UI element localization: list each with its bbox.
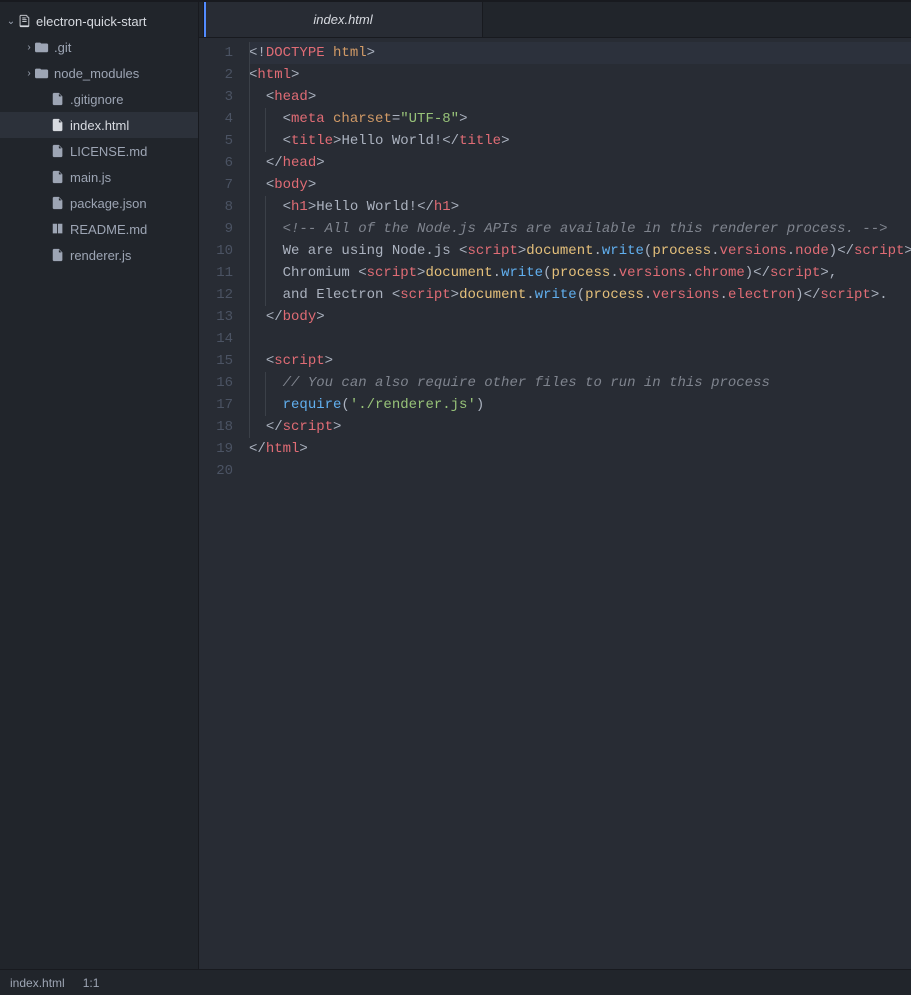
- code-line[interactable]: [249, 460, 911, 482]
- code-line[interactable]: </head>: [249, 152, 911, 174]
- tab-title: index.html: [313, 12, 372, 27]
- code-area[interactable]: <!DOCTYPE html><html> <head> <meta chars…: [243, 38, 911, 969]
- tree-item-label: renderer.js: [70, 248, 131, 263]
- file-tree-item-electron-quick-start[interactable]: ⌄ electron-quick-start: [0, 8, 198, 34]
- file-tree-sidebar: ⌄ electron-quick-start › .git › node_modules.…: [0, 2, 199, 969]
- chevron-right-icon[interactable]: ›: [24, 42, 34, 53]
- tree-item-label: index.html: [70, 118, 129, 133]
- status-cursor-position[interactable]: 1:1: [83, 976, 100, 990]
- line-number: 13: [199, 306, 233, 328]
- code-line[interactable]: <body>: [249, 174, 911, 196]
- code-line[interactable]: [249, 328, 911, 350]
- tree-item-label: package.json: [70, 196, 147, 211]
- code-line[interactable]: We are using Node.js <script>document.wr…: [249, 240, 911, 262]
- tree-item-label: electron-quick-start: [36, 14, 147, 29]
- file-icon: [50, 247, 66, 263]
- tree-item-label: .gitignore: [70, 92, 123, 107]
- code-line[interactable]: <!-- All of the Node.js APIs are availab…: [249, 218, 911, 240]
- line-number: 10: [199, 240, 233, 262]
- file-tree-item-license-md[interactable]: LICENSE.md: [0, 138, 198, 164]
- tab-index-html[interactable]: index.html: [203, 1, 483, 37]
- folder-icon: [34, 65, 50, 81]
- line-number: 18: [199, 416, 233, 438]
- tab-bar[interactable]: index.html: [199, 2, 911, 38]
- code-line[interactable]: require('./renderer.js'): [249, 394, 911, 416]
- code-line[interactable]: <h1>Hello World!</h1>: [249, 196, 911, 218]
- line-number: 2: [199, 64, 233, 86]
- line-number: 15: [199, 350, 233, 372]
- code-line[interactable]: </html>: [249, 438, 911, 460]
- file-tree-item-index-html[interactable]: index.html: [0, 112, 198, 138]
- line-number: 7: [199, 174, 233, 196]
- code-line[interactable]: </script>: [249, 416, 911, 438]
- file-tree-item-package-json[interactable]: package.json: [0, 190, 198, 216]
- folder--git[interactable]: › .git: [0, 34, 198, 60]
- line-number: 12: [199, 284, 233, 306]
- file-tree-item-main-js[interactable]: main.js: [0, 164, 198, 190]
- tree-item-label: README.md: [70, 222, 147, 237]
- main-area: ⌄ electron-quick-start › .git › node_modules.…: [0, 2, 911, 969]
- line-number: 4: [199, 108, 233, 130]
- status-filename[interactable]: index.html: [10, 976, 65, 990]
- code-line[interactable]: <head>: [249, 86, 911, 108]
- file-icon: [50, 117, 66, 133]
- line-number: 6: [199, 152, 233, 174]
- code-line[interactable]: </body>: [249, 306, 911, 328]
- editor-pane: index.html 12345678910111213141516171819…: [199, 2, 911, 969]
- line-number: 5: [199, 130, 233, 152]
- line-number: 9: [199, 218, 233, 240]
- line-number: 1: [199, 42, 233, 64]
- tree-item-label: LICENSE.md: [70, 144, 147, 159]
- line-number-gutter: 1234567891011121314151617181920: [199, 38, 243, 969]
- tree-item-label: main.js: [70, 170, 111, 185]
- code-line[interactable]: <title>Hello World!</title>: [249, 130, 911, 152]
- line-number: 14: [199, 328, 233, 350]
- line-number: 16: [199, 372, 233, 394]
- file-tree[interactable]: ⌄ electron-quick-start › .git › node_modules.…: [0, 2, 198, 268]
- code-line[interactable]: and Electron <script>document.write(proc…: [249, 284, 911, 306]
- chevron-down-icon[interactable]: ⌄: [6, 16, 16, 27]
- code-line[interactable]: <meta charset="UTF-8">: [249, 108, 911, 130]
- code-line[interactable]: Chromium <script>document.write(process.…: [249, 262, 911, 284]
- status-bar: index.html 1:1: [0, 969, 911, 995]
- file-icon: [50, 143, 66, 159]
- file-icon: [50, 91, 66, 107]
- file-icon: [50, 195, 66, 211]
- folder-icon: [34, 39, 50, 55]
- line-number: 17: [199, 394, 233, 416]
- line-number: 3: [199, 86, 233, 108]
- code-line[interactable]: <!DOCTYPE html>: [249, 42, 911, 64]
- folder-node-modules[interactable]: › node_modules: [0, 60, 198, 86]
- file-tree-item-readme-md[interactable]: README.md: [0, 216, 198, 242]
- line-number: 19: [199, 438, 233, 460]
- book-icon: [50, 221, 66, 237]
- file-tree-item--gitignore[interactable]: .gitignore: [0, 86, 198, 112]
- code-editor[interactable]: 1234567891011121314151617181920 <!DOCTYP…: [199, 38, 911, 969]
- line-number: 20: [199, 460, 233, 482]
- app-root: ⌄ electron-quick-start › .git › node_modules.…: [0, 0, 911, 995]
- tree-item-label: .git: [54, 40, 71, 55]
- repo-icon: [16, 13, 32, 29]
- line-number: 8: [199, 196, 233, 218]
- line-number: 11: [199, 262, 233, 284]
- code-line[interactable]: // You can also require other files to r…: [249, 372, 911, 394]
- chevron-right-icon[interactable]: ›: [24, 68, 34, 79]
- code-line[interactable]: <html>: [249, 64, 911, 86]
- code-line[interactable]: <script>: [249, 350, 911, 372]
- tree-item-label: node_modules: [54, 66, 139, 81]
- file-tree-item-renderer-js[interactable]: renderer.js: [0, 242, 198, 268]
- file-icon: [50, 169, 66, 185]
